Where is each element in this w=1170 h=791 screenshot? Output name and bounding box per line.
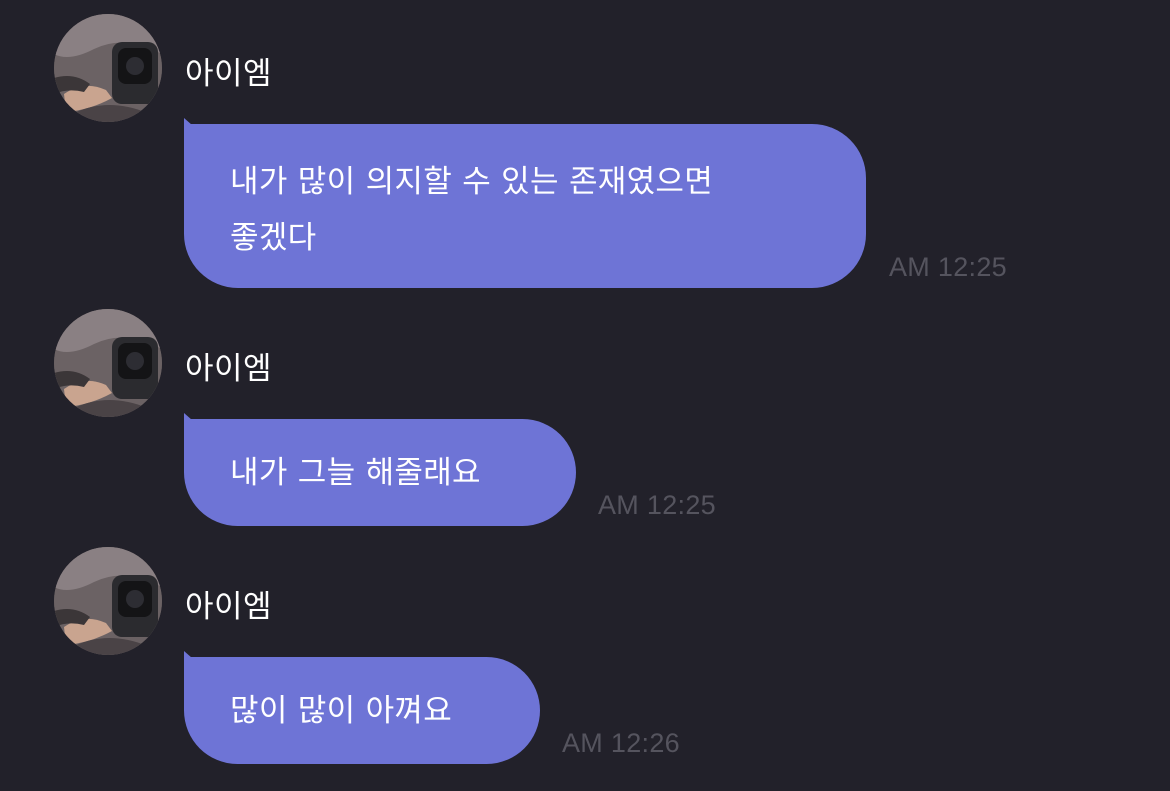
sender-name: 아이엠	[185, 351, 273, 387]
profile-photo-icon	[54, 14, 162, 122]
avatar[interactable]	[54, 547, 162, 655]
profile-photo-icon	[54, 309, 162, 417]
sender-name: 아이엠	[185, 589, 273, 625]
message-bubble[interactable]: 내가 그늘 해줄래요	[184, 419, 576, 526]
chat-thread: 아이엠 내가 많이 의지할 수 있는 존재였으면 좋겠다 AM 12:25 아이…	[0, 0, 1170, 791]
profile-photo-icon	[54, 547, 162, 655]
sender-name: 아이엠	[185, 56, 273, 92]
message-bubble[interactable]: 내가 많이 의지할 수 있는 존재였으면 좋겠다	[184, 124, 866, 288]
message-timestamp: AM 12:25	[889, 252, 1007, 282]
avatar[interactable]	[54, 14, 162, 122]
message-timestamp: AM 12:26	[562, 728, 680, 758]
message-bubble[interactable]: 많이 많이 아껴요	[184, 657, 540, 764]
avatar[interactable]	[54, 309, 162, 417]
message-timestamp: AM 12:25	[598, 490, 716, 520]
